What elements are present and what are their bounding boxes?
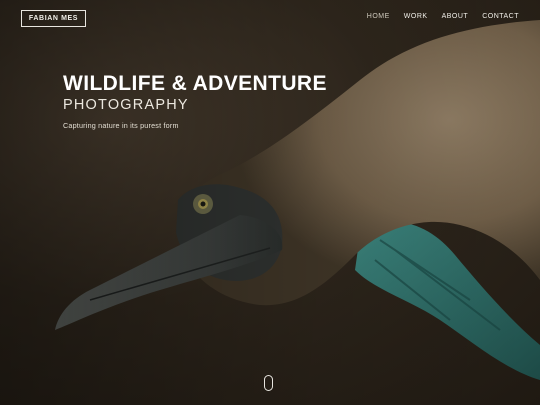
hero-tagline: Capturing nature in its purest form	[63, 121, 179, 130]
hero-headline: WILDLIFE & ADVENTURE PHOTOGRAPHY Capturi…	[63, 72, 327, 130]
nav-item-work[interactable]: WORK	[404, 13, 428, 20]
nav-item-about[interactable]: ABOUT	[442, 13, 469, 20]
nav-item-contact[interactable]: CONTACT	[482, 13, 519, 20]
hero-overlay	[0, 0, 540, 405]
nav-item-home[interactable]: HOME	[367, 13, 390, 20]
hero-section: FABIAN MES HOME WORK ABOUT CONTACT WILDL…	[0, 0, 540, 405]
site-logo[interactable]: FABIAN MES	[21, 10, 86, 27]
hero-subtitle: PHOTOGRAPHY	[63, 97, 189, 113]
mouse-scroll-icon[interactable]	[264, 375, 273, 391]
main-navigation: HOME WORK ABOUT CONTACT	[367, 13, 519, 20]
hero-title: WILDLIFE & ADVENTURE	[63, 72, 327, 95]
